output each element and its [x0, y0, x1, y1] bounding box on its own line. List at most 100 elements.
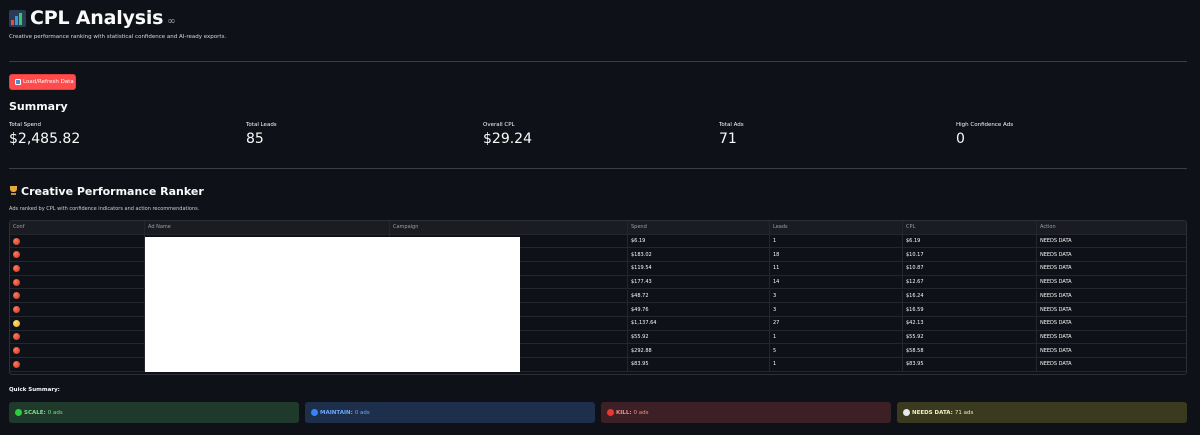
- ranker-heading-text: Creative Performance Ranker: [21, 185, 204, 198]
- status-circle-icon: [607, 409, 614, 416]
- metric-label: Total Leads: [246, 122, 277, 128]
- spend-cell: $1,137.64: [628, 316, 770, 330]
- spend-cell: $119.54: [628, 262, 770, 275]
- divider: [9, 168, 1187, 169]
- conf-cell: [10, 316, 145, 330]
- action-cell: NEEDS DATA: [1037, 248, 1186, 261]
- redacted-region: [145, 237, 520, 372]
- red-circle-icon: [13, 347, 20, 355]
- divider: [9, 61, 1187, 62]
- refresh-icon: [15, 79, 21, 85]
- bar-chart-icon: [9, 9, 26, 27]
- cpl-cell: $42.13: [903, 316, 1037, 330]
- conf-cell: [10, 344, 145, 357]
- title-text: CPL Analysis: [30, 7, 164, 29]
- column-header[interactable]: Conf: [10, 221, 145, 234]
- action-cell: NEEDS DATA: [1037, 331, 1186, 344]
- metric-value: 0: [956, 131, 965, 147]
- red-circle-icon: [13, 251, 20, 259]
- spend-cell: $55.92: [628, 330, 770, 344]
- conf-cell: [10, 303, 145, 316]
- ranker-heading: Creative Performance Ranker: [9, 185, 204, 198]
- metric-total-leads: Total Leads 85: [246, 122, 277, 147]
- leads-cell: 5: [770, 344, 903, 357]
- table-header-row: Conf Ad Name Campaign Spend Leads CPL Action: [10, 221, 1186, 235]
- card-label: MAINTAIN:: [320, 409, 353, 416]
- action-cell: NEEDS DATA: [1037, 290, 1186, 303]
- status-circle-icon: [311, 409, 318, 416]
- card-value: 0 ads: [633, 409, 649, 416]
- cpl-cell: $55.92: [903, 330, 1037, 344]
- metric-value: $2,485.82: [9, 131, 81, 147]
- column-header[interactable]: Ad Name: [145, 221, 390, 234]
- conf-cell: [10, 248, 145, 262]
- metric-overall-cpl: Overall CPL $29.24: [483, 122, 532, 147]
- status-circle-icon: [903, 409, 910, 416]
- conf-cell: [10, 358, 145, 371]
- metric-label: High Confidence Ads: [956, 122, 1014, 128]
- leads-cell: 1: [770, 330, 903, 344]
- action-cell: NEEDS DATA: [1037, 262, 1186, 275]
- metric-total-spend: Total Spend $2,485.82: [9, 122, 80, 147]
- card-value: 0 ads: [47, 409, 63, 416]
- cpl-cell: $12.67: [903, 275, 1037, 289]
- action-cell: NEEDS DATA: [1037, 276, 1186, 289]
- quick-summary-card: SCALE: 0 ads: [9, 402, 299, 423]
- spend-cell: $83.95: [628, 358, 770, 371]
- anchor-link-icon[interactable]: ∞: [167, 16, 175, 27]
- red-circle-icon: [13, 333, 20, 341]
- spend-cell: $292.88: [628, 344, 770, 357]
- spend-cell: $48.72: [628, 289, 770, 303]
- page-subtitle: Creative performance ranking with statis…: [9, 34, 227, 40]
- red-circle-icon: [13, 237, 20, 245]
- red-circle-icon: [13, 306, 20, 314]
- metric-value: 85: [246, 131, 264, 147]
- leads-cell: 3: [770, 303, 903, 316]
- ranker-caption: Ads ranked by CPL with confidence indica…: [9, 206, 200, 212]
- quick-summary-card: KILL: 0 ads: [601, 402, 891, 423]
- action-cell: NEEDS DATA: [1037, 344, 1186, 357]
- red-circle-icon: [13, 292, 20, 300]
- metric-label: Total Spend: [9, 122, 41, 128]
- leads-cell: 18: [770, 248, 903, 262]
- load-refresh-label: Load/Refresh Data: [23, 79, 74, 85]
- column-header[interactable]: CPL: [903, 221, 1037, 234]
- cpl-cell: $6.19: [903, 234, 1037, 248]
- red-circle-icon: [13, 360, 20, 368]
- metric-label: Overall CPL: [483, 122, 515, 128]
- red-circle-icon: [13, 264, 20, 272]
- metric-value: 71: [719, 131, 737, 147]
- action-cell: NEEDS DATA: [1037, 358, 1186, 371]
- action-cell: NEEDS DATA: [1037, 317, 1186, 330]
- action-cell: NEEDS DATA: [1037, 303, 1186, 316]
- conf-cell: [10, 289, 145, 303]
- conf-cell: [10, 262, 145, 275]
- leads-cell: 3: [770, 289, 903, 303]
- column-header[interactable]: Leads: [770, 221, 903, 234]
- red-circle-icon: [13, 278, 20, 286]
- column-header[interactable]: Spend: [628, 221, 770, 234]
- action-cell: NEEDS DATA: [1037, 235, 1186, 248]
- card-label: NEEDS DATA:: [912, 409, 953, 416]
- status-circle-icon: [15, 409, 22, 416]
- metric-value: $29.24: [483, 131, 532, 147]
- quick-summary-card: MAINTAIN: 0 ads: [305, 402, 595, 423]
- cpl-cell: $10.87: [903, 262, 1037, 275]
- leads-cell: 27: [770, 316, 903, 330]
- leads-cell: 14: [770, 275, 903, 289]
- conf-cell: [10, 330, 145, 344]
- cpl-cell: $83.95: [903, 358, 1037, 371]
- leads-cell: 1: [770, 358, 903, 371]
- yellow-circle-icon: [13, 319, 20, 327]
- spend-cell: $49.76: [628, 303, 770, 316]
- summary-heading: Summary: [9, 100, 68, 113]
- page-title: CPL Analysis ∞: [9, 5, 176, 31]
- metric-label: Total Ads: [719, 122, 744, 128]
- card-label: KILL:: [616, 409, 632, 416]
- conf-cell: [10, 234, 145, 248]
- column-header[interactable]: Campaign: [390, 221, 628, 234]
- load-refresh-button[interactable]: Load/Refresh Data: [9, 74, 76, 90]
- column-header[interactable]: Action: [1037, 221, 1186, 234]
- cpl-cell: $10.17: [903, 248, 1037, 262]
- card-label: SCALE:: [24, 409, 46, 416]
